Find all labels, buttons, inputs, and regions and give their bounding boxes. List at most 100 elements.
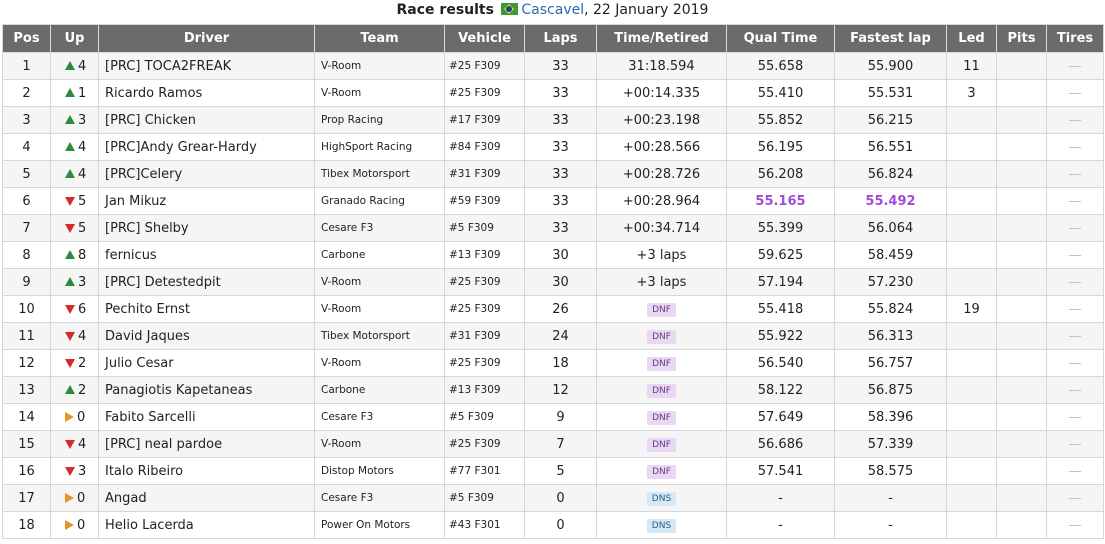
col-header[interactable]: Vehicle — [444, 24, 525, 53]
qual-time-value: 55.410 — [757, 85, 804, 101]
fastest-lap-cell: - — [834, 511, 947, 539]
led-cell — [946, 133, 997, 161]
fastest-lap-value: 55.824 — [867, 301, 914, 317]
driver-cell[interactable]: Julio Cesar — [98, 349, 315, 377]
fastest-lap-cell: 58.575 — [834, 457, 947, 485]
tires-cell — [1046, 79, 1104, 107]
driver-cell[interactable]: [PRC] neal pardoe — [98, 430, 315, 458]
laps-cell: 33 — [524, 214, 597, 242]
track-link[interactable]: Cascavel — [521, 2, 584, 18]
driver-cell[interactable]: Panagiotis Kapetaneas — [98, 376, 315, 404]
tire-dash-icon — [1069, 416, 1081, 418]
vehicle-cell: #13 F309 — [444, 376, 525, 404]
fastest-lap-cell: 56.824 — [834, 160, 947, 188]
driver-cell[interactable]: [PRC]Celery — [98, 160, 315, 188]
driver-cell[interactable]: David Jaques — [98, 322, 315, 350]
qual-time-cell: 58.122 — [726, 376, 835, 404]
col-header[interactable]: Up — [50, 24, 99, 53]
position-change-cell: 4 — [50, 160, 99, 188]
driver-cell[interactable]: Italo Ribeiro — [98, 457, 315, 485]
fastest-lap-value: 58.575 — [867, 463, 914, 479]
col-header[interactable]: Driver — [98, 24, 315, 53]
fastest-lap-value: 55.492 — [865, 193, 916, 209]
table-row: 7 5 [PRC] Shelby Cesare F3 #5 F309 33 +00:34.7… — [2, 214, 1104, 242]
pits-cell — [996, 214, 1047, 242]
col-header[interactable]: Fastest lap — [834, 24, 947, 53]
arrow-up-icon — [65, 249, 75, 259]
pits-cell — [996, 484, 1047, 512]
col-header[interactable]: Led — [946, 24, 997, 53]
status-badge: DNF — [647, 330, 676, 344]
driver-cell[interactable]: Ricardo Ramos — [98, 79, 315, 107]
vehicle-cell: #25 F309 — [444, 79, 525, 107]
fastest-lap-value: 56.064 — [867, 220, 914, 236]
table-row: 8 8 fernicus Carbone #13 F309 30 +3 laps 59.625… — [2, 241, 1104, 269]
led-cell: 3 — [946, 79, 997, 107]
time-cell: +3 laps — [596, 268, 727, 296]
arrow-right-icon — [65, 519, 74, 530]
position-change-cell: 3 — [50, 268, 99, 296]
col-header[interactable]: Pits — [996, 24, 1047, 53]
tires-cell — [1046, 403, 1104, 431]
pits-cell — [996, 79, 1047, 107]
laps-cell: 18 — [524, 349, 597, 377]
time-cell: +00:23.198 — [596, 106, 727, 134]
fastest-lap-cell: 56.064 — [834, 214, 947, 242]
status-badge: DNS — [646, 519, 677, 533]
table-row: 14 0 Fabito Sarcelli Cesare F3 #5 F309 9 DNF 57… — [2, 403, 1104, 431]
vehicle-cell: #84 F309 — [444, 133, 525, 161]
position-change-value: 0 — [77, 517, 86, 533]
led-cell — [946, 430, 997, 458]
qual-time-cell: 57.649 — [726, 403, 835, 431]
pits-cell — [996, 187, 1047, 215]
driver-cell[interactable]: [PRC] Chicken — [98, 106, 315, 134]
driver-cell[interactable]: [PRC]Andy Grear-Hardy — [98, 133, 315, 161]
table-row: 9 3 [PRC] Detestedpit V-Room #25 F309 30 +3 la… — [2, 268, 1104, 296]
driver-cell[interactable]: Jan Mikuz — [98, 187, 315, 215]
fastest-lap-value: 57.339 — [867, 436, 914, 452]
driver-cell[interactable]: [PRC] Detestedpit — [98, 268, 315, 296]
arrow-up-icon — [65, 60, 75, 70]
driver-cell[interactable]: Fabito Sarcelli — [98, 403, 315, 431]
fastest-lap-value: 58.396 — [867, 409, 914, 425]
laps-cell: 33 — [524, 52, 597, 80]
col-header[interactable]: Team — [314, 24, 445, 53]
pos-cell: 17 — [2, 484, 51, 512]
driver-cell[interactable]: [PRC] Shelby — [98, 214, 315, 242]
fastest-lap-cell: 56.875 — [834, 376, 947, 404]
qual-time-value: - — [778, 490, 783, 506]
vehicle-cell: #25 F309 — [444, 349, 525, 377]
tires-cell — [1046, 241, 1104, 269]
pits-cell — [996, 457, 1047, 485]
pits-cell — [996, 106, 1047, 134]
time-cell: DNF — [596, 349, 727, 377]
driver-cell[interactable]: fernicus — [98, 241, 315, 269]
pos-cell: 1 — [2, 52, 51, 80]
qual-time-value: 55.658 — [757, 58, 804, 74]
driver-cell[interactable]: Pechito Ernst — [98, 295, 315, 323]
team-cell: V-Room — [314, 430, 445, 458]
led-cell: 19 — [946, 295, 997, 323]
led-cell — [946, 349, 997, 377]
position-change-cell: 2 — [50, 349, 99, 377]
qual-time-cell: 59.625 — [726, 241, 835, 269]
team-cell: Tibex Motorsport — [314, 160, 445, 188]
driver-cell[interactable]: Angad — [98, 484, 315, 512]
arrow-right-icon — [65, 492, 74, 503]
driver-cell[interactable]: Helio Lacerda — [98, 511, 315, 539]
qual-time-value: 56.195 — [757, 139, 804, 155]
col-header[interactable]: Tires — [1046, 24, 1104, 53]
tires-cell — [1046, 430, 1104, 458]
status-badge: DNF — [647, 411, 676, 425]
col-header[interactable]: Time/Retired — [596, 24, 727, 53]
tire-dash-icon — [1069, 497, 1081, 499]
arrow-up-icon — [65, 141, 75, 151]
pits-cell — [996, 241, 1047, 269]
position-change-cell: 4 — [50, 430, 99, 458]
vehicle-cell: #25 F309 — [444, 295, 525, 323]
col-header[interactable]: Qual Time — [726, 24, 835, 53]
col-header[interactable]: Laps — [524, 24, 597, 53]
driver-cell[interactable]: [PRC] TOCA2FREAK — [98, 52, 315, 80]
col-header[interactable]: Pos — [2, 24, 51, 53]
tire-dash-icon — [1069, 308, 1081, 310]
